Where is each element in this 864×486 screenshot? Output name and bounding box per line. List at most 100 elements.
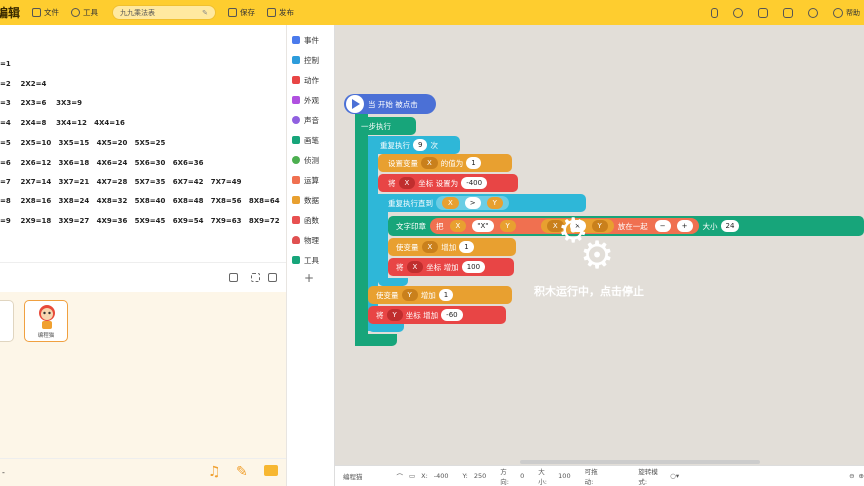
remove-item-button[interactable]: − [654, 220, 671, 232]
move-label: 将 [388, 178, 396, 188]
zoom-out-icon[interactable]: ⊖ [849, 472, 854, 480]
cat-icon[interactable] [733, 7, 743, 18]
visibility-icon[interactable]: ▭ [409, 472, 415, 480]
inc-value[interactable]: 1 [459, 241, 474, 253]
change-var-y-block[interactable]: 使变量 Y 增加 1 [368, 286, 512, 304]
add-category-icon[interactable]: + [304, 271, 314, 285]
size-value[interactable]: 100 [558, 472, 570, 480]
music-icon[interactable]: ♫ [208, 464, 221, 480]
var-dropdown[interactable]: X [421, 241, 439, 253]
repeat-until-block[interactable]: 重复执行直到 X > Y [378, 194, 586, 212]
step-block-foot [355, 334, 397, 346]
var-dropdown[interactable]: Y [401, 289, 418, 301]
block-categories: 事件 控制 动作 外观 声音 画笔 侦测 运算 数据 函数 物理 工具 + [287, 25, 335, 486]
save-button[interactable]: 保存 [228, 7, 255, 18]
rotation-mode-icon[interactable]: ○▾ [670, 472, 679, 480]
var-y-reporter[interactable]: Y [486, 197, 503, 209]
zoom-icon[interactable]: ⊕ [859, 472, 864, 480]
grid-icon[interactable] [268, 273, 277, 282]
x-value[interactable]: -400 [434, 472, 449, 480]
repeat-count[interactable]: 9 [413, 139, 428, 151]
join-x-string[interactable]: "X" [472, 220, 494, 232]
axis-dropdown[interactable]: X [398, 177, 416, 189]
sprite-name: 编程猫 [37, 333, 55, 339]
axis-dropdown[interactable]: Y [386, 309, 403, 321]
mic-icon [292, 116, 300, 124]
gear-icon[interactable]: ⚙ [580, 236, 614, 274]
folder-icon[interactable] [264, 465, 278, 476]
publish-button[interactable]: 发布 [267, 7, 294, 18]
category-events[interactable]: 事件 [287, 31, 335, 49]
axis-dropdown[interactable]: X [406, 261, 424, 273]
direction-value[interactable]: 0 [520, 472, 524, 480]
category-functions[interactable]: 函数 [287, 211, 335, 229]
project-name-input[interactable]: 九九乘法表 ✎ [112, 5, 216, 20]
inc-x-value[interactable]: 100 [461, 261, 486, 273]
pencil-icon[interactable]: ✎ [236, 464, 248, 480]
background-card[interactable] [0, 300, 14, 342]
gt-operator[interactable]: > [464, 197, 481, 209]
category-physics[interactable]: 物理 [287, 231, 335, 249]
step-block-body [355, 114, 368, 346]
top-bar: 编辑器 文件 工具 九九乘法表 ✎ 保存 发布 帮助 [0, 0, 864, 25]
category-sensing[interactable]: 侦测 [287, 151, 335, 169]
gamepad-icon[interactable] [758, 7, 768, 18]
inc-value[interactable]: 1 [438, 289, 454, 301]
category-sound[interactable]: 声音 [287, 111, 335, 129]
save-label: 保存 [240, 8, 255, 17]
fullscreen-icon[interactable] [251, 273, 260, 282]
set-var-value[interactable]: 1 [466, 157, 481, 169]
inc-y-value[interactable]: -60 [441, 309, 463, 321]
calendar-icon[interactable] [783, 7, 793, 18]
running-status-text[interactable]: 积木运行中，点击停止 [534, 283, 644, 299]
tools-menu[interactable]: 工具 [71, 7, 98, 18]
ba-label: 把 [436, 221, 444, 231]
sensing-icon [292, 156, 300, 164]
var-x-reporter[interactable]: X [442, 197, 459, 209]
inc-label: 增加 [441, 242, 457, 252]
stage[interactable]: =1 =2 2X2=4 =3 2X3=6 3X3=9 =4 2X4=8 3X4=… [0, 25, 318, 262]
change-var-x-block[interactable]: 使变量 X 增加 1 [388, 238, 516, 256]
link-icon[interactable]: ⌒ [396, 471, 403, 481]
category-pen[interactable]: 画笔 [287, 131, 335, 149]
menu-dash-icon[interactable]: - [2, 468, 5, 477]
help-button[interactable]: 帮助 [833, 7, 860, 18]
image-icon[interactable] [229, 273, 238, 282]
category-motion[interactable]: 动作 [287, 71, 335, 89]
var-dropdown[interactable]: X [421, 157, 438, 169]
size-value[interactable]: 24 [720, 220, 740, 232]
file-menu[interactable]: 文件 [32, 7, 59, 18]
category-tools[interactable]: 工具 [287, 251, 335, 269]
add-item-button[interactable]: + [676, 220, 693, 232]
y-value[interactable]: 250 [474, 472, 486, 480]
repeat-block[interactable]: 重复执行 9 次 [368, 136, 460, 154]
category-label: 画笔 [304, 135, 319, 145]
set-var-label: 设置变量 [388, 158, 418, 168]
category-looks[interactable]: 外观 [287, 91, 335, 109]
condition-block[interactable]: X > Y [436, 196, 509, 210]
category-operators[interactable]: 运算 [287, 171, 335, 189]
mult-var-y[interactable]: Y [591, 220, 608, 232]
phone-icon[interactable] [711, 7, 718, 18]
category-data[interactable]: 数据 [287, 191, 335, 209]
set-x-value[interactable]: -400 [461, 177, 488, 189]
category-label: 运算 [304, 175, 319, 185]
sprite-card[interactable]: 编程猫 [24, 300, 68, 342]
join-var-y[interactable]: Y [499, 220, 516, 232]
change-coord-x-block[interactable]: 将 X 坐标 增加 100 [388, 258, 514, 276]
table-line: =7 2X7=14 3X7=21 4X7=28 5X7=35 6X7=42 7X… [0, 178, 242, 186]
coord-inc-label: 坐标 增加 [426, 262, 459, 272]
step-block[interactable]: 一步执行 [355, 117, 416, 135]
hat-label: 当 开始 被点击 [368, 99, 418, 109]
repeat-until-label: 重复执行直到 [388, 198, 433, 208]
text-stamp-block[interactable]: 文字印章把 X "X" Y X × Y 放在一起 − + 大小 24 [388, 216, 864, 236]
horizontal-scrollbar[interactable] [520, 460, 760, 464]
set-coordinate-block[interactable]: 将 X 坐标 设置为 -400 [378, 174, 518, 192]
change-coord-y-block[interactable]: 将 Y 坐标 增加 -60 [368, 306, 506, 324]
hat-block-start[interactable]: 当 开始 被点击 [344, 94, 436, 114]
join-var-x[interactable]: X [449, 220, 467, 232]
file-label: 文件 [44, 8, 59, 17]
category-control[interactable]: 控制 [287, 51, 335, 69]
settings-icon[interactable] [808, 7, 818, 18]
set-variable-block[interactable]: 设置变量 X 的值为 1 [378, 154, 512, 172]
